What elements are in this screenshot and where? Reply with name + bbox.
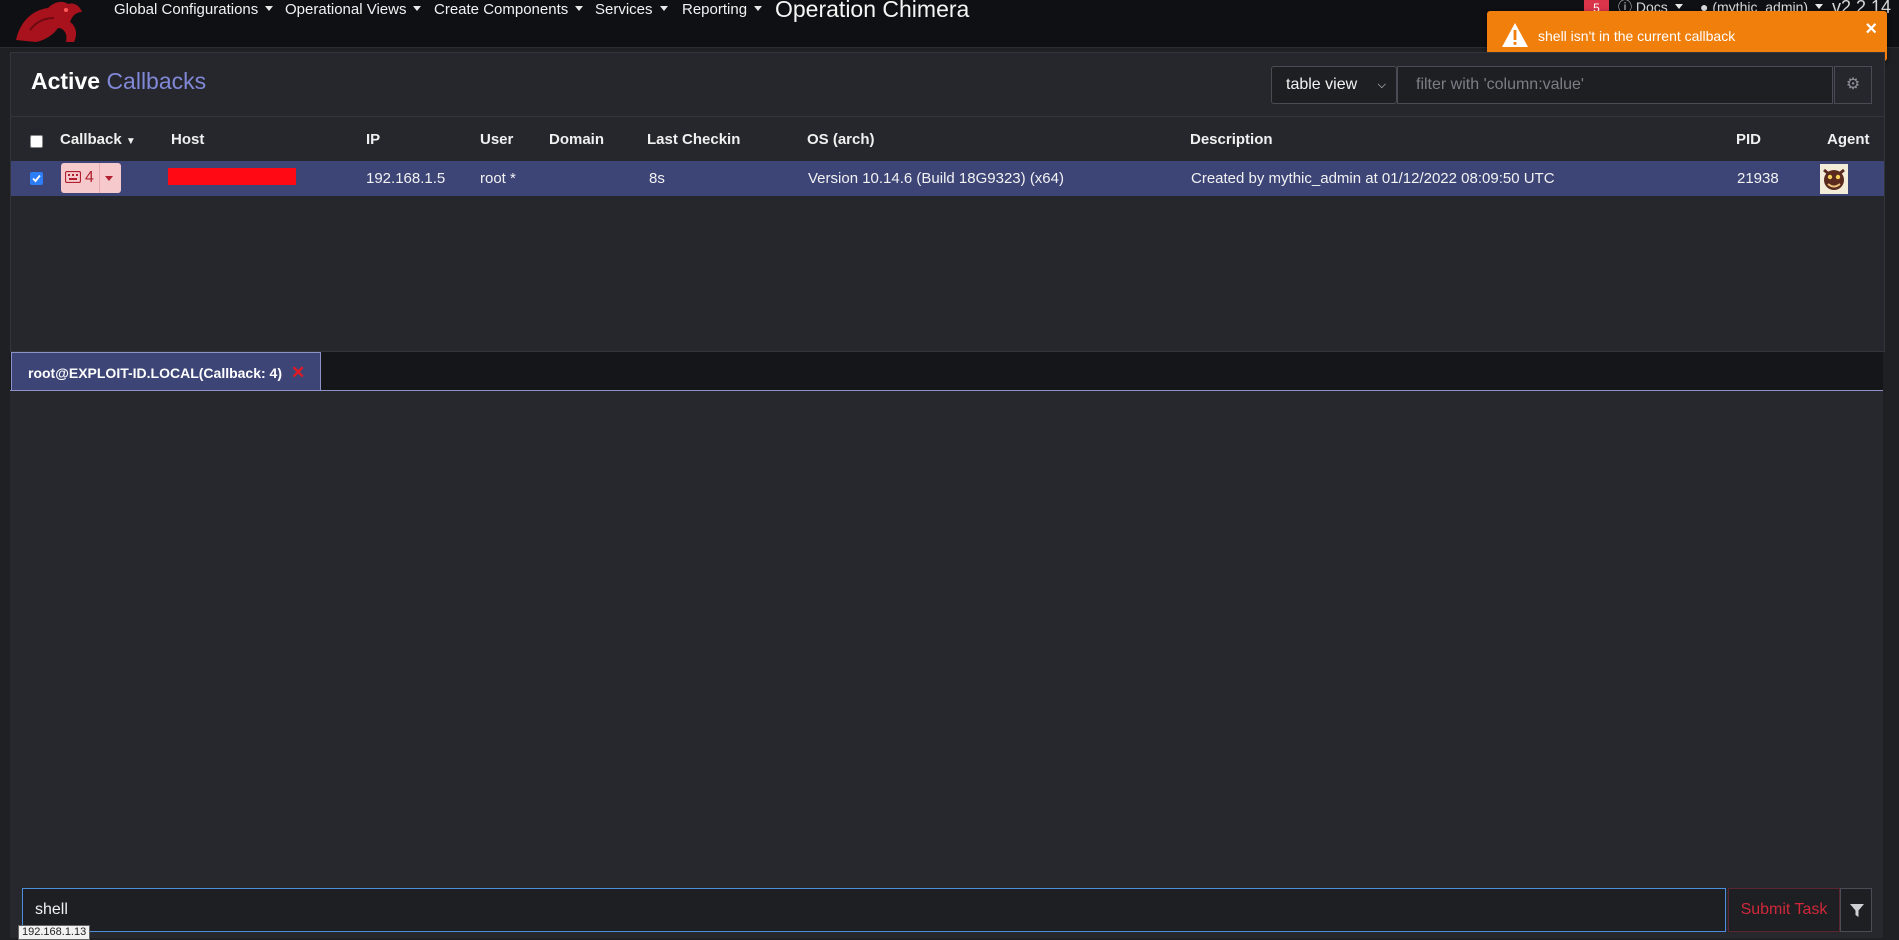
sort-desc-icon: ▼ xyxy=(125,136,136,147)
keyboard-icon xyxy=(65,171,81,183)
filter-icon[interactable] xyxy=(1840,888,1872,932)
table-row[interactable]: 4 192.168.1.5 root * 8s Version 10.14.6 … xyxy=(11,161,1884,196)
select-all-checkbox[interactable] xyxy=(30,135,43,148)
caret-down-icon xyxy=(575,6,584,11)
cell-user: root * xyxy=(480,170,516,187)
cell-os: Version 10.14.6 (Build 18G9323) (x64) xyxy=(808,170,1064,187)
nav-operational-views[interactable]: Operational Views xyxy=(285,0,422,20)
panel-title: Active Callbacks xyxy=(31,68,207,94)
operation-title[interactable]: Operation Chimera xyxy=(775,0,969,23)
caret-down-icon xyxy=(659,6,668,11)
callback-filter-input[interactable] xyxy=(1397,66,1833,104)
cell-last-checkin: 8s xyxy=(649,170,665,187)
caret-down-icon xyxy=(265,6,274,11)
cell-pid: 21938 xyxy=(1737,170,1779,187)
callbacks-table-header: Callback ▼ Host IP User Domain Last Chec… xyxy=(11,116,1884,162)
alert-message: shell isn't in the current callback xyxy=(1538,28,1736,44)
close-icon[interactable]: ✕ xyxy=(291,364,305,381)
task-output-area xyxy=(10,391,1883,938)
nav-global-configurations[interactable]: Global Configurations xyxy=(114,0,274,20)
active-callbacks-panel: Active Callbacks table view ⌵ ⚙ Callback… xyxy=(10,52,1885,352)
callback-id: 4 xyxy=(85,169,94,186)
agent-icon[interactable] xyxy=(1820,164,1848,194)
warning-triangle-icon xyxy=(1502,23,1528,47)
cell-ip: 192.168.1.5 xyxy=(366,170,446,187)
callback-interact-button[interactable]: 4 xyxy=(61,163,121,193)
column-header-host[interactable]: Host xyxy=(171,131,204,148)
submit-task-button[interactable]: Submit Task xyxy=(1728,888,1840,932)
chevron-down-icon: ⌵ xyxy=(1377,79,1386,91)
tab-callback-4[interactable]: root@EXPLOIT-ID.LOCAL(Callback: 4) ✕ xyxy=(11,352,321,390)
caret-down-icon xyxy=(754,6,763,11)
tab-label: root@EXPLOIT-ID.LOCAL(Callback: 4) xyxy=(28,365,283,381)
caret-down-icon xyxy=(1674,4,1683,9)
callback-tabs: root@EXPLOIT-ID.LOCAL(Callback: 4) ✕ xyxy=(10,352,1883,391)
host-redacted xyxy=(168,168,296,185)
nav-services[interactable]: Services xyxy=(595,0,668,20)
nav-reporting[interactable]: Reporting xyxy=(682,0,763,20)
column-header-ip[interactable]: IP xyxy=(366,131,380,148)
funnel-icon xyxy=(1850,904,1864,917)
cell-description: Created by mythic_admin at 01/12/2022 08… xyxy=(1191,170,1555,187)
column-header-user[interactable]: User xyxy=(480,131,513,148)
caret-down-icon xyxy=(1815,4,1824,9)
nav-create-components[interactable]: Create Components xyxy=(434,0,584,20)
gear-icon[interactable]: ⚙ xyxy=(1834,66,1872,104)
column-header-pid[interactable]: PID xyxy=(1736,131,1761,148)
column-header-last-checkin[interactable]: Last Checkin xyxy=(647,131,740,148)
column-header-domain[interactable]: Domain xyxy=(549,131,604,148)
task-command-input[interactable] xyxy=(22,888,1726,932)
column-header-agent[interactable]: Agent xyxy=(1827,131,1870,148)
checkmark-icon xyxy=(32,174,41,183)
alert-close-button[interactable]: × xyxy=(1865,19,1877,39)
row-checkbox[interactable] xyxy=(30,172,43,185)
column-header-callback[interactable]: Callback ▼ xyxy=(60,131,136,148)
caret-down-icon xyxy=(413,6,422,11)
mythic-logo-icon[interactable] xyxy=(10,0,90,44)
column-header-os[interactable]: OS (arch) xyxy=(807,131,875,148)
caret-down-icon[interactable] xyxy=(105,176,113,181)
view-mode-select[interactable]: table view ⌵ xyxy=(1271,66,1397,104)
column-header-description[interactable]: Description xyxy=(1190,131,1273,148)
